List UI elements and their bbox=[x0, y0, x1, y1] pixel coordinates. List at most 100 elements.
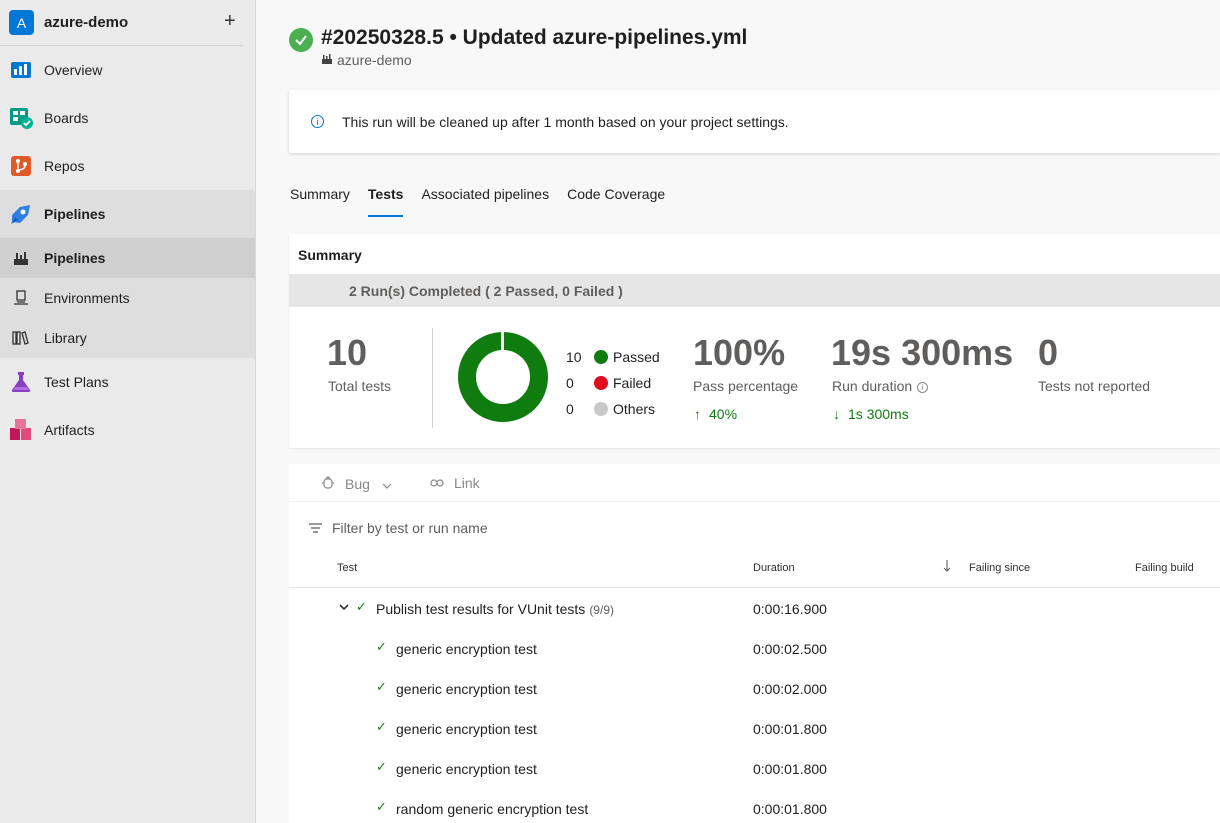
not-reported-value: 0 bbox=[1038, 332, 1059, 373]
test-name: generic encryption test bbox=[396, 721, 537, 737]
test-name: generic encryption test bbox=[396, 761, 537, 777]
success-icon bbox=[289, 28, 313, 52]
runs-completed-bar[interactable]: 2 Run(s) Completed ( 2 Passed, 0 Failed … bbox=[289, 274, 1220, 307]
nav-label: Test Plans bbox=[44, 374, 109, 390]
column-duration[interactable]: Duration bbox=[753, 562, 795, 574]
pipeline-icon bbox=[321, 52, 333, 68]
run-duration-value: 19s 300ms bbox=[831, 332, 1014, 373]
check-icon: ✓ bbox=[356, 599, 367, 614]
legend-others: 0 Others bbox=[566, 396, 660, 422]
legend-label: Failed bbox=[613, 375, 652, 391]
group-duration: 0:00:16.900 bbox=[753, 601, 827, 617]
summary-title: Summary bbox=[298, 247, 362, 263]
test-name: random generic encryption test bbox=[396, 801, 589, 817]
nav-item-overview[interactable]: Overview bbox=[0, 46, 255, 94]
pass-percentage-value: 100% bbox=[693, 332, 786, 373]
sort-down-icon[interactable] bbox=[943, 560, 951, 575]
nav-label: Pipelines bbox=[44, 206, 106, 222]
nav-label: Overview bbox=[44, 62, 103, 78]
sub-label: Pipelines bbox=[44, 250, 106, 266]
group-name: Publish test results for VUnit tests (9/9… bbox=[376, 601, 614, 617]
nav-item-repos[interactable]: Repos bbox=[0, 142, 255, 190]
table-row-group[interactable]: ✓ Publish test results for VUnit tests (9… bbox=[289, 589, 1220, 629]
tab-tests[interactable]: Tests bbox=[367, 186, 404, 217]
link-label: Link bbox=[454, 475, 480, 491]
table-row[interactable]: ✓ random generic encryption test 0:00:01… bbox=[289, 789, 1220, 823]
org-avatar: A bbox=[9, 10, 34, 35]
run-tabs: Summary Tests Associated pipelines Code … bbox=[290, 186, 683, 217]
nav-item-pipelines[interactable]: Pipelines bbox=[0, 190, 255, 238]
arrow-up-icon: ↑ bbox=[694, 406, 701, 422]
info-icon[interactable]: i bbox=[917, 382, 929, 393]
org-header[interactable]: A azure-demo bbox=[0, 0, 243, 46]
results-toolbar: Bug Link bbox=[289, 464, 1220, 502]
others-dot-icon bbox=[594, 402, 608, 416]
bug-icon bbox=[321, 475, 335, 492]
arrow-down-icon: ↓ bbox=[833, 406, 840, 422]
sub-label: Environments bbox=[44, 290, 130, 306]
boards-icon bbox=[9, 106, 33, 130]
check-icon: ✓ bbox=[376, 719, 387, 734]
run-project[interactable]: azure-demo bbox=[321, 52, 412, 68]
legend-label: Passed bbox=[613, 349, 660, 365]
table-row[interactable]: ✓ generic encryption test 0:00:01.800 bbox=[289, 709, 1220, 749]
table-row[interactable]: ✓ generic encryption test 0:00:02.000 bbox=[289, 669, 1220, 709]
test-name: generic encryption test bbox=[396, 681, 537, 697]
outcome-legend: 10 Passed 0 Failed 0 Others bbox=[566, 344, 660, 422]
run-duration-label: Run duration i bbox=[832, 378, 929, 394]
add-icon[interactable]: + bbox=[224, 10, 236, 33]
check-icon: ✓ bbox=[376, 679, 387, 694]
nav-label: Repos bbox=[44, 158, 85, 174]
column-test[interactable]: Test bbox=[337, 562, 357, 574]
main-content: #20250328.5 • Updated azure-pipelines.ym… bbox=[257, 0, 1220, 823]
run-duration-text: Run duration bbox=[832, 378, 913, 394]
link-button[interactable]: Link bbox=[430, 475, 480, 491]
chevron-down-icon[interactable] bbox=[339, 602, 349, 614]
legend-count: 0 bbox=[566, 375, 574, 391]
column-failing-since[interactable]: Failing since bbox=[969, 562, 1030, 574]
check-icon: ✓ bbox=[376, 639, 387, 654]
table-row[interactable]: ✓ generic encryption test 0:00:02.500 bbox=[289, 629, 1220, 669]
legend-count: 10 bbox=[566, 349, 582, 365]
duration-trend: ↓ 1s 300ms bbox=[833, 406, 909, 422]
tab-code-coverage[interactable]: Code Coverage bbox=[567, 186, 665, 217]
test-duration: 0:00:01.800 bbox=[753, 721, 827, 737]
table-row[interactable]: ✓ generic encryption test 0:00:01.800 bbox=[289, 749, 1220, 789]
nav-item-test-plans[interactable]: Test Plans bbox=[0, 358, 255, 406]
environments-icon bbox=[12, 289, 30, 307]
nav-item-boards[interactable]: Boards bbox=[0, 94, 255, 142]
not-reported-label: Tests not reported bbox=[1038, 378, 1151, 394]
nav-label: Artifacts bbox=[44, 422, 95, 438]
group-name-text: Publish test results for VUnit tests bbox=[376, 601, 586, 617]
group-count: (9/9) bbox=[589, 603, 614, 617]
project-name: azure-demo bbox=[337, 52, 412, 68]
link-icon bbox=[430, 475, 444, 491]
check-icon: ✓ bbox=[376, 799, 387, 814]
overview-icon bbox=[9, 58, 33, 82]
sub-item-library[interactable]: Library bbox=[0, 318, 255, 358]
failed-dot-icon bbox=[594, 376, 608, 390]
org-name[interactable]: azure-demo bbox=[44, 14, 128, 31]
sidebar: A azure-demo + Overview Boards Repos Pip… bbox=[0, 0, 256, 823]
sub-item-environments[interactable]: Environments bbox=[0, 278, 255, 318]
legend-failed: 0 Failed bbox=[566, 370, 660, 396]
test-results-panel: Bug Link Filter by test or run name Test… bbox=[289, 464, 1220, 823]
repos-icon bbox=[9, 154, 33, 178]
bug-button[interactable]: Bug bbox=[321, 475, 392, 492]
outcome-donut-chart bbox=[458, 332, 548, 422]
library-icon bbox=[12, 329, 30, 347]
nav-item-artifacts[interactable]: Artifacts bbox=[0, 406, 255, 454]
pass-trend-value: 40% bbox=[709, 406, 738, 422]
artifacts-icon bbox=[9, 418, 33, 442]
legend-count: 0 bbox=[566, 401, 574, 417]
legend-label: Others bbox=[613, 401, 656, 417]
tab-summary[interactable]: Summary bbox=[290, 186, 350, 217]
filter-box[interactable]: Filter by test or run name bbox=[309, 520, 488, 536]
tab-associated-pipelines[interactable]: Associated pipelines bbox=[421, 186, 549, 217]
test-duration: 0:00:02.000 bbox=[753, 681, 827, 697]
passed-dot-icon bbox=[594, 350, 608, 364]
sub-label: Library bbox=[44, 330, 87, 346]
sub-item-pipelines[interactable]: Pipelines bbox=[0, 238, 255, 278]
divider bbox=[432, 328, 433, 428]
column-failing-build[interactable]: Failing build bbox=[1135, 562, 1194, 574]
